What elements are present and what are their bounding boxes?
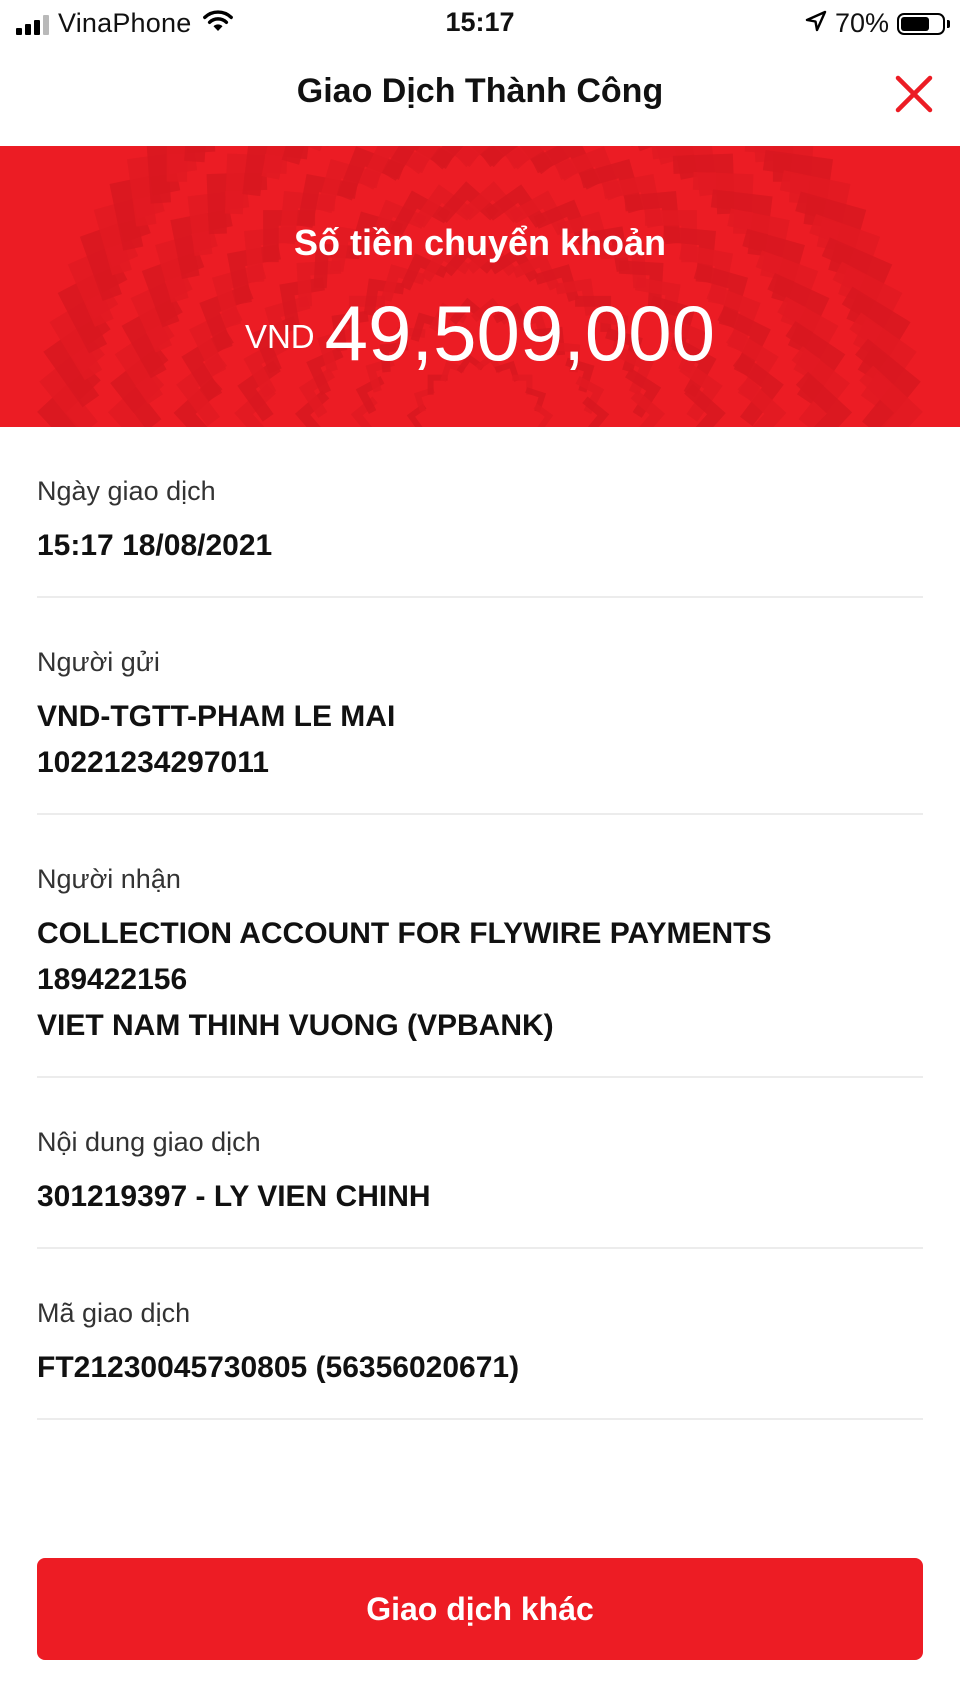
amount-label: Số tiền chuyển khoản <box>293 222 667 263</box>
battery-percent: 70% <box>834 8 889 38</box>
detail-date: Ngày giao dịch 15:17 18/08/2021 <box>37 427 923 598</box>
recipient-name: COLLECTION ACCOUNT FOR FLYWIRE PAYMENTS <box>37 917 772 950</box>
banner-pattern <box>37 146 923 427</box>
status-bar-right: 70% <box>805 8 950 39</box>
recipient-account: 189422156 <box>37 963 188 996</box>
battery-fill <box>901 16 929 31</box>
other-transaction-button[interactable]: Giao dịch khác <box>37 1558 923 1660</box>
detail-transaction-id: Mã giao dịch FT21230045730805 (563560206… <box>37 1249 923 1420</box>
close-icon <box>895 75 933 113</box>
detail-value: VND-TGTT-PHAM LE MAI 10221234297011 <box>37 685 923 813</box>
detail-content: Nội dung giao dịch 301219397 - LY VIEN C… <box>37 1078 923 1249</box>
detail-value: 301219397 - LY VIEN CHINH <box>37 1180 431 1213</box>
detail-label: Nội dung giao dịch <box>37 1127 261 1157</box>
detail-value: FT21230045730805 (56356020671) <box>37 1351 520 1384</box>
sender-name: VND-TGTT-PHAM LE MAI <box>37 700 396 733</box>
sender-account: 10221234297011 <box>37 746 269 779</box>
detail-label: Người gửi <box>37 647 160 677</box>
detail-label: Ngày giao dịch <box>37 476 216 506</box>
banner-pattern-chevron <box>533 403 554 427</box>
amount-row: VND 49,509,000 <box>0 288 960 379</box>
recipient-bank: VIET NAM THINH VUONG (VPBANK) <box>37 1009 554 1042</box>
amount-banner: Số tiền chuyển khoản VND 49,509,000 <box>0 146 960 427</box>
detail-value: COLLECTION ACCOUNT FOR FLYWIRE PAYMENTS … <box>37 902 923 1076</box>
transaction-details: Ngày giao dịch 15:17 18/08/2021 Người gử… <box>37 427 923 1420</box>
close-button[interactable] <box>892 72 936 116</box>
detail-recipient: Người nhận COLLECTION ACCOUNT FOR FLYWIR… <box>37 815 923 1078</box>
detail-sender: Người gửi VND-TGTT-PHAM LE MAI 102212342… <box>37 598 923 815</box>
location-arrow-icon <box>805 10 827 37</box>
header: Giao Dịch Thành Công <box>0 48 960 146</box>
battery-nub <box>947 19 950 28</box>
status-bar: VinaPhone 15:17 70% <box>0 0 960 48</box>
currency-label: VND <box>244 318 315 355</box>
detail-label: Mã giao dịch <box>37 1298 191 1328</box>
transfer-amount: 49,509,000 <box>324 289 716 377</box>
page-title: Giao Dịch Thành Công <box>296 72 664 110</box>
detail-value: 15:17 18/08/2021 <box>37 529 273 562</box>
battery-icon <box>897 12 945 35</box>
detail-label: Người nhận <box>37 864 181 894</box>
